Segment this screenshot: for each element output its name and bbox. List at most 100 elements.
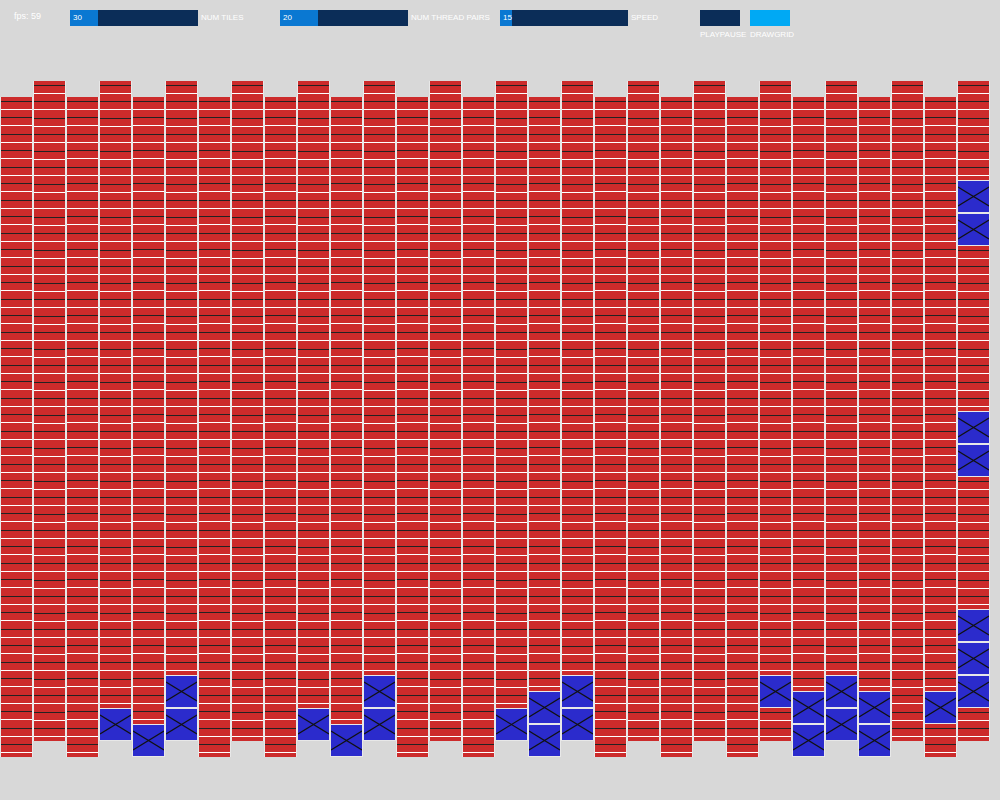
thread-tile <box>66 295 99 328</box>
thread-tile <box>0 328 33 361</box>
thread-tile <box>132 97 165 130</box>
thread-tile <box>957 345 990 378</box>
thread-tile <box>99 147 132 180</box>
slider[interactable]: 30 <box>70 10 198 26</box>
thread-tile <box>132 559 165 592</box>
thread-column <box>363 81 396 741</box>
thread-tile <box>198 328 231 361</box>
thread-tile <box>693 576 726 609</box>
thread-tile <box>396 229 429 262</box>
thread-tile <box>528 526 561 559</box>
thread-tile <box>627 708 660 741</box>
thread-tile <box>528 328 561 361</box>
thread-tile <box>396 625 429 658</box>
thread-tile <box>693 213 726 246</box>
thread-tile <box>924 493 957 526</box>
thread-tile <box>858 196 891 229</box>
thread-column <box>858 81 891 757</box>
thread-tile <box>924 163 957 196</box>
thread-tile <box>891 180 924 213</box>
thread-tile <box>792 460 825 493</box>
thread-tile <box>825 642 858 675</box>
thread-tile <box>792 361 825 394</box>
thread-tile <box>231 543 264 576</box>
thread-tile <box>792 427 825 460</box>
thread-column <box>891 81 924 741</box>
thread-tile <box>693 477 726 510</box>
thread-tile <box>396 262 429 295</box>
thread-tile <box>693 444 726 477</box>
thread-tile <box>0 625 33 658</box>
thread-tile <box>495 114 528 147</box>
thread-tile <box>462 493 495 526</box>
thread-tile <box>792 262 825 295</box>
thread-tile <box>132 196 165 229</box>
thread-tile <box>825 609 858 642</box>
thread-tile <box>231 378 264 411</box>
thread-tile <box>594 526 627 559</box>
thread-tile <box>33 246 66 279</box>
thread-tile <box>957 312 990 345</box>
thread-tile <box>396 559 429 592</box>
thread-tile <box>957 543 990 576</box>
thread-tile <box>99 279 132 312</box>
cross-icon <box>958 676 989 707</box>
thread-tile <box>759 543 792 576</box>
thread-tile <box>825 345 858 378</box>
thread-tile <box>891 147 924 180</box>
thread-tile <box>495 180 528 213</box>
thread-tile <box>330 691 363 724</box>
thread-tile <box>825 279 858 312</box>
thread-tile <box>858 592 891 625</box>
thread-tile <box>825 411 858 444</box>
thread-tile <box>330 625 363 658</box>
thread-tile <box>462 460 495 493</box>
thread-tile <box>132 691 165 724</box>
thread-tile <box>693 312 726 345</box>
thread-tile <box>561 444 594 477</box>
thread-tile <box>627 411 660 444</box>
thread-tile <box>165 444 198 477</box>
thread-tile <box>495 444 528 477</box>
thread-tile <box>495 675 528 708</box>
cross-icon <box>958 610 989 641</box>
toggle-button[interactable] <box>750 10 790 26</box>
thread-tile <box>726 163 759 196</box>
thread-tile <box>726 592 759 625</box>
thread-tile <box>759 81 792 114</box>
thread-tile <box>594 658 627 691</box>
thread-tile <box>330 559 363 592</box>
thread-tile <box>66 196 99 229</box>
thread-tile <box>363 246 396 279</box>
thread-tile <box>99 477 132 510</box>
thread-tile <box>792 592 825 625</box>
thread-tile <box>363 114 396 147</box>
thread-tile <box>594 691 627 724</box>
thread-tile <box>924 361 957 394</box>
thread-tile <box>33 378 66 411</box>
thread-tile <box>858 163 891 196</box>
thread-tile <box>462 130 495 163</box>
thread-tile <box>33 345 66 378</box>
thread-tile <box>396 361 429 394</box>
thread-tile <box>759 147 792 180</box>
thread-tile <box>462 97 495 130</box>
crossed-tile <box>528 691 561 724</box>
thread-tile <box>693 642 726 675</box>
thread-tile <box>759 180 792 213</box>
thread-tile <box>561 246 594 279</box>
thread-tile <box>561 609 594 642</box>
thread-tile <box>462 526 495 559</box>
thread-tile <box>297 312 330 345</box>
thread-tile <box>825 246 858 279</box>
slider[interactable]: 15 <box>500 10 628 26</box>
thread-tile <box>132 262 165 295</box>
thread-tile <box>165 477 198 510</box>
thread-tile <box>957 147 990 180</box>
thread-tile <box>660 361 693 394</box>
slider[interactable]: 20 <box>280 10 408 26</box>
thread-tile <box>759 642 792 675</box>
thread-tile <box>528 130 561 163</box>
toggle-button[interactable] <box>700 10 740 26</box>
thread-tile <box>693 510 726 543</box>
